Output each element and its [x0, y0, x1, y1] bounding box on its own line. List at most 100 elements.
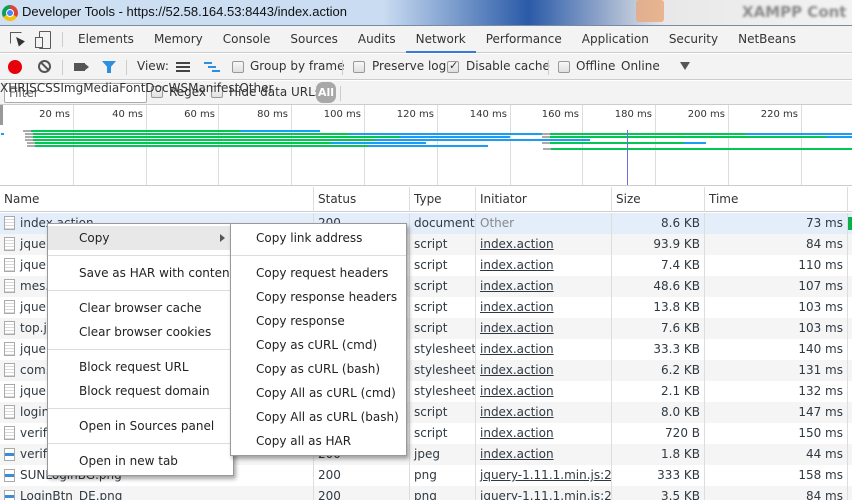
group-by-frame-checkbox[interactable]	[232, 61, 244, 73]
record-button[interactable]	[8, 60, 22, 74]
menu-item-block-request-domain[interactable]: Block request domain	[48, 379, 233, 403]
request-name[interactable]: LoginBtn_DE.png	[20, 489, 122, 500]
cell-initiator[interactable]: index.action	[476, 297, 612, 318]
cell-time: 158 ms	[705, 465, 848, 486]
menu-item-label: Copy as cURL (cmd)	[256, 338, 378, 352]
type-filter-manifest[interactable]: Manifest	[188, 81, 239, 95]
submenu-item-copy-request-headers[interactable]: Copy request headers	[231, 261, 406, 285]
filter-icon[interactable]	[102, 61, 116, 73]
cell-initiator[interactable]: index.action	[476, 423, 612, 444]
tab-console[interactable]: Console	[213, 26, 281, 53]
menu-item-save-as-har-with-content[interactable]: Save as HAR with content	[48, 261, 234, 285]
chevron-down-icon[interactable]	[680, 62, 690, 70]
submenu-item-copy-all-as-curl-cmd[interactable]: Copy All as cURL (cmd)	[231, 381, 406, 405]
type-filter-css[interactable]: CSS	[37, 81, 61, 95]
submenu-item-copy-response[interactable]: Copy response	[231, 309, 406, 333]
type-filter-other[interactable]: Other	[239, 81, 273, 95]
cell-size: 7.6 KB	[612, 318, 705, 339]
cell-size: 8.6 KB	[612, 213, 705, 234]
cell-initiator[interactable]: index.action	[476, 360, 612, 381]
overview-tick-label: 60 ms	[184, 109, 215, 120]
tab-elements[interactable]: Elements	[68, 26, 144, 53]
cell-initiator[interactable]: index.action	[476, 381, 612, 402]
cell-initiator[interactable]: jquery-1.11.1.min.js:2	[476, 486, 612, 500]
column-header-initiator[interactable]: Initiator	[476, 187, 612, 212]
network-overview[interactable]: 20 ms 40 ms 60 ms 80 ms 100 ms 120 ms 140 ms 16…	[0, 105, 852, 186]
column-header-time[interactable]: Time	[705, 187, 848, 212]
cell-initiator[interactable]: index.action	[476, 276, 612, 297]
capture-screenshots-icon[interactable]	[74, 63, 85, 71]
tab-memory[interactable]: Memory	[144, 26, 213, 53]
cell-initiator[interactable]: jquery-1.11.1.min.js:2	[476, 465, 612, 486]
column-header-size[interactable]: Size	[612, 187, 705, 212]
document-file-icon	[4, 384, 15, 398]
submenu-item-copy-as-curl-cmd[interactable]: Copy as cURL (cmd)	[231, 333, 406, 357]
tab-application[interactable]: Application	[572, 26, 659, 53]
cell-initiator[interactable]: index.action	[476, 255, 612, 276]
menu-item-copy[interactable]: Copy	[48, 226, 233, 250]
column-header-name[interactable]: Name	[0, 187, 314, 212]
overview-tick-label: 200 ms	[687, 109, 725, 120]
large-rows-icon[interactable]	[176, 62, 190, 72]
type-filter-all[interactable]: All	[316, 82, 336, 103]
clear-icon[interactable]	[38, 60, 51, 73]
overview-waiting-bar	[32, 139, 375, 141]
overview-tick-label: 220 ms	[760, 109, 798, 120]
type-filter-doc[interactable]: Doc	[145, 81, 168, 95]
cell-initiator[interactable]: index.action	[476, 234, 612, 255]
cell-size: 3.5 KB	[612, 486, 705, 500]
type-filter-media[interactable]: Media	[83, 81, 119, 95]
submenu-item-copy-all-as-curl-bash[interactable]: Copy All as cURL (bash)	[231, 405, 406, 429]
cell-initiator[interactable]: index.action	[476, 444, 612, 465]
overview-download-bar	[367, 145, 488, 147]
tab-security[interactable]: Security	[659, 26, 728, 53]
divider	[340, 86, 341, 101]
preserve-log-checkbox[interactable]	[353, 61, 365, 73]
submenu-item-copy-response-headers[interactable]: Copy response headers	[231, 285, 406, 309]
type-filter-img[interactable]: Img	[60, 81, 83, 95]
type-filter-font[interactable]: Font	[119, 81, 145, 95]
tab-netbeans[interactable]: NetBeans	[728, 26, 806, 53]
table-row[interactable]: LoginBtn_DE.png 200 png jquery-1.11.1.min.j…	[0, 486, 852, 500]
device-toolbar-icon[interactable]	[35, 31, 51, 49]
overview-left-handle[interactable]	[0, 105, 3, 125]
tab-network[interactable]: Network	[405, 26, 476, 53]
menu-item-label: Copy request headers	[256, 266, 389, 280]
cell-time: 73 ms	[705, 213, 848, 234]
show-overview-icon[interactable]	[204, 62, 220, 72]
context-menu: Copy Save as HAR with content Clear browse…	[47, 223, 234, 476]
cell-initiator[interactable]: index.action	[476, 339, 612, 360]
menu-item-open-in-sources-panel[interactable]: Open in Sources panel	[48, 414, 233, 438]
cell-initiator[interactable]: index.action	[476, 318, 612, 339]
menu-item-clear-browser-cookies[interactable]: Clear browser cookies	[48, 320, 233, 344]
submenu-item-copy-as-curl-bash[interactable]: Copy as cURL (bash)	[231, 357, 406, 381]
tab-sources[interactable]: Sources	[280, 26, 347, 53]
overview-download-bar	[400, 136, 510, 138]
menu-item-open-in-new-tab[interactable]: Open in new tab	[48, 449, 233, 473]
menu-item-block-request-url[interactable]: Block request URL	[48, 355, 233, 379]
tab-audits[interactable]: Audits	[348, 26, 406, 53]
overview-tick-label: 40 ms	[112, 109, 143, 120]
cell-size: 33.3 KB	[612, 339, 705, 360]
column-header-type[interactable]: Type	[410, 187, 476, 212]
tab-performance[interactable]: Performance	[476, 26, 572, 53]
submenu-item-copy-link-address[interactable]: Copy link address	[231, 226, 406, 250]
cell-time: 110 ms	[705, 255, 848, 276]
menu-separator	[48, 349, 233, 350]
overview-waiting-bar	[34, 142, 332, 144]
type-filter-js[interactable]: JS	[26, 81, 37, 95]
inspect-element-icon[interactable]	[9, 31, 25, 47]
column-header-status[interactable]: Status	[314, 187, 410, 212]
type-filter-xhr[interactable]: XHR	[0, 81, 26, 95]
document-file-icon	[4, 279, 15, 293]
menu-separator	[231, 255, 406, 256]
menu-item-clear-browser-cache[interactable]: Clear browser cache	[48, 296, 233, 320]
offline-checkbox[interactable]	[558, 61, 570, 73]
cell-initiator[interactable]: index.action	[476, 402, 612, 423]
disable-cache-checkbox[interactable]	[447, 59, 459, 73]
submenu-item-copy-all-as-har[interactable]: Copy all as HAR	[231, 429, 406, 453]
menu-item-label: Copy All as cURL (cmd)	[256, 386, 396, 400]
copy-submenu: Copy link address Copy request headers Cop…	[230, 223, 407, 456]
throttling-select[interactable]: Online	[621, 59, 660, 73]
type-filter-ws[interactable]: WS	[169, 81, 188, 95]
